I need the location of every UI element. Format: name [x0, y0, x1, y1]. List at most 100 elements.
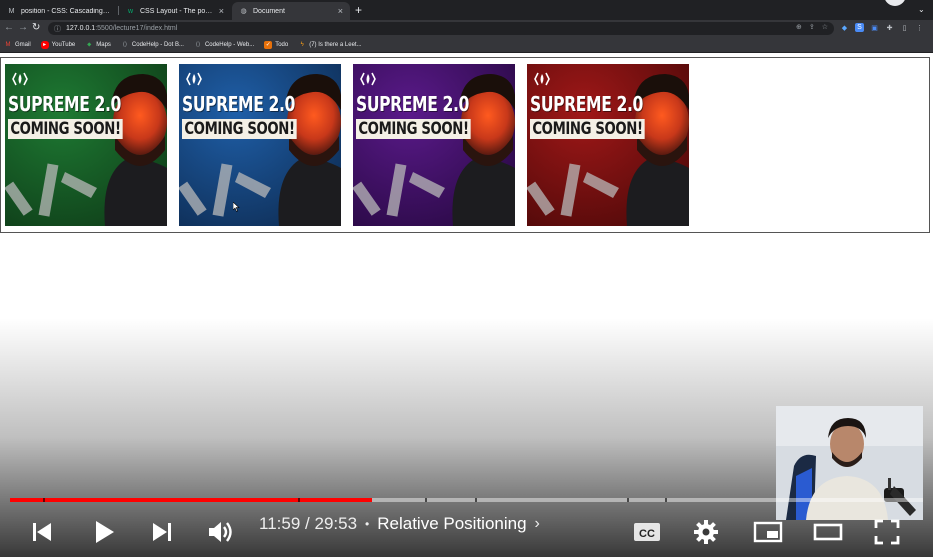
address-bar[interactable]: ⓘ 127.0.0.1:5500/lecture17/index.html ⊕ …: [48, 22, 834, 35]
previous-icon[interactable]: [30, 518, 54, 546]
back-arrow-icon[interactable]: ←: [4, 22, 14, 34]
card-title-line1: SUPREME 2.0: [182, 92, 295, 116]
card-artwork: [527, 64, 689, 226]
chapter-marker: [43, 498, 45, 502]
forward-arrow-icon[interactable]: →: [18, 22, 28, 34]
card-artwork: [353, 64, 515, 226]
video-progress-bar[interactable]: [10, 498, 923, 502]
extensions-area: ◆ S ▣ ✚ ▯ ⋮: [840, 23, 924, 32]
card-image: SUPREME 2.0 COMING SOON!: [527, 64, 689, 226]
new-tab-button[interactable]: +: [355, 4, 362, 16]
chapter-marker: [665, 498, 667, 502]
tab-w3schools-position[interactable]: w CSS Layout - The position Pro ×: [119, 2, 231, 20]
card-title-line2: COMING SOON!: [8, 119, 123, 139]
mouse-pointer-icon: [233, 202, 240, 212]
codehelp-logo-icon: [359, 70, 377, 88]
bookmark-label: Maps: [96, 41, 111, 48]
w3schools-icon: w: [127, 7, 134, 15]
globe-icon: ◍: [240, 7, 247, 15]
youtube-icon: ▸: [40, 40, 49, 49]
sidebar-icon[interactable]: ▯: [900, 23, 909, 32]
site-info-icon[interactable]: ⓘ: [54, 24, 61, 34]
bookmark-label: CodeHelp - Dot B...: [131, 41, 184, 48]
close-icon[interactable]: ×: [219, 6, 224, 16]
leetcode-icon: ϟ: [300, 41, 304, 48]
address-bar-actions: ⊕ ⇪ ☆: [796, 23, 828, 31]
card-title-line2: COMING SOON!: [530, 119, 645, 139]
time-and-chapter: 11:59 / 29:53 • Relative Positioning ›: [259, 514, 540, 534]
bookmark-gmail[interactable]: M Gmail: [4, 41, 31, 49]
browser-toolbar: ← → ↻ ⓘ 127.0.0.1:5500/lecture17/index.h…: [0, 20, 933, 37]
browser-tab-bar: M position - CSS: Cascading Sty w CSS La…: [0, 0, 933, 20]
card-image: SUPREME 2.0 COMING SOON!: [5, 64, 167, 226]
card-image: SUPREME 2.0 COMING SOON!: [353, 64, 515, 226]
volume-icon[interactable]: [206, 518, 236, 546]
card-title-line1: SUPREME 2.0: [356, 92, 469, 116]
settings-gear-icon[interactable]: [692, 518, 720, 546]
bookmark-youtube[interactable]: ▸ YouTube: [40, 40, 76, 49]
svg-text:CC: CC: [639, 528, 655, 540]
gmail-icon: M: [5, 41, 11, 48]
tab-title: CSS Layout - The position Pro: [140, 7, 214, 15]
mdn-icon: M: [8, 7, 15, 15]
bookmark-maps[interactable]: ⬥ Maps: [85, 41, 111, 49]
tab-document[interactable]: ◍ Document ×: [232, 2, 350, 20]
card-title-line1: SUPREME 2.0: [8, 92, 121, 116]
bookmark-label: (7) Is there a Leet...: [309, 41, 362, 48]
chapter-marker: [475, 498, 477, 502]
close-icon[interactable]: ×: [338, 6, 343, 16]
bookmark-todo[interactable]: ✓ Todo: [264, 40, 288, 49]
extension-grid-icon[interactable]: ▣: [870, 23, 879, 32]
screen: M position - CSS: Cascading Sty w CSS La…: [0, 0, 933, 557]
fullscreen-icon[interactable]: [872, 518, 902, 546]
maps-icon: ⬥: [87, 41, 92, 48]
share-icon[interactable]: ⇪: [809, 23, 815, 31]
progress-played: [10, 498, 372, 502]
url-text: 127.0.0.1:5500/lecture17/index.html: [66, 25, 178, 32]
separator-bullet: •: [365, 517, 370, 531]
tab-title: Document: [253, 7, 285, 15]
zoom-icon[interactable]: ⊕: [796, 23, 802, 31]
codehelp-icon: ⟨⟩: [122, 41, 128, 48]
puzzle-icon[interactable]: ✚: [885, 23, 894, 32]
bookmark-label: CodeHelp - Web...: [204, 41, 255, 48]
bookmark-label: Gmail: [15, 41, 31, 48]
card-title-line2: COMING SOON!: [182, 119, 297, 139]
next-icon[interactable]: [150, 518, 174, 546]
tab-title: position - CSS: Cascading Sty: [21, 7, 111, 15]
card-title-line1: SUPREME 2.0: [530, 92, 643, 116]
codehelp-logo-icon: [185, 70, 203, 88]
profile-avatar[interactable]: [884, 0, 906, 6]
codehelp-logo-icon: [11, 70, 29, 88]
webcam-overlay: [776, 406, 923, 520]
chapter-title[interactable]: Relative Positioning: [377, 514, 526, 534]
extension-blue-icon[interactable]: S: [855, 23, 864, 32]
card-artwork: [179, 64, 341, 226]
chapter-marker: [627, 498, 629, 502]
bookmark-leetcode[interactable]: ϟ (7) Is there a Leet...: [298, 41, 362, 49]
play-icon[interactable]: [90, 518, 118, 546]
card-artwork: [5, 64, 167, 226]
chapter-marker: [425, 498, 427, 502]
closed-captions-icon[interactable]: CC: [632, 520, 662, 544]
bookmark-codehelp-web[interactable]: ⟨⟩ CodeHelp - Web...: [194, 41, 255, 49]
tab-mdn-position[interactable]: M position - CSS: Cascading Sty: [0, 2, 118, 20]
extension-shield-icon[interactable]: ◆: [840, 23, 849, 32]
menu-dots-icon[interactable]: ⋮: [915, 23, 924, 32]
theater-mode-icon[interactable]: [812, 520, 844, 544]
bookmarks-bar: M Gmail ▸ YouTube ⬥ Maps ⟨⟩ CodeHelp - D…: [0, 37, 933, 53]
bookmark-label: YouTube: [51, 41, 76, 48]
codehelp-logo-icon: [533, 70, 551, 88]
todo-icon: ✓: [264, 40, 273, 49]
card-title-line2: COMING SOON!: [356, 119, 471, 139]
chapter-marker: [298, 498, 300, 502]
bookmark-codehelp-dot[interactable]: ⟨⟩ CodeHelp - Dot B...: [121, 41, 184, 49]
cards-container: SUPREME 2.0 COMING SOON! SUPREME 2.0 COMIN…: [0, 57, 930, 233]
time-display: 11:59 / 29:53: [259, 514, 358, 533]
codehelp-icon: ⟨⟩: [195, 41, 201, 48]
chevron-right-icon[interactable]: ›: [535, 515, 540, 533]
bookmark-star-icon[interactable]: ☆: [822, 23, 828, 31]
tab-search-chevron-icon[interactable]: ⌄: [918, 5, 925, 14]
reload-icon[interactable]: ↻: [32, 22, 40, 34]
miniplayer-icon[interactable]: [752, 520, 784, 544]
